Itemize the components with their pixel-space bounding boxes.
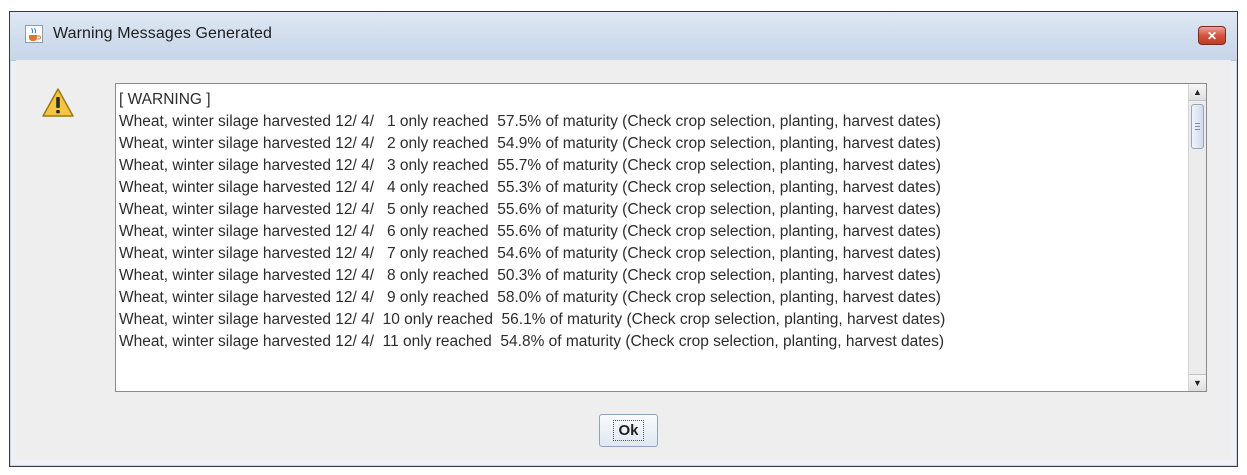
grip-line: [1195, 123, 1200, 124]
ok-button[interactable]: Ok: [599, 414, 658, 447]
warning-line: Wheat, winter silage harvested 12/ 4/ 5 …: [119, 201, 941, 218]
window-title: Warning Messages Generated: [53, 25, 273, 42]
arrow-up-icon: ▲: [1193, 87, 1202, 97]
grip-line: [1195, 129, 1200, 130]
warning-line: Wheat, winter silage harvested 12/ 4/ 10…: [119, 311, 946, 328]
scroll-down-button[interactable]: ▼: [1189, 374, 1206, 391]
close-button[interactable]: ✕: [1198, 26, 1226, 45]
warning-messages-textarea[interactable]: [ WARNING ] Wheat, winter silage harvest…: [115, 83, 1207, 392]
scrollbar-thumb[interactable]: [1191, 104, 1204, 149]
warning-line: Wheat, winter silage harvested 12/ 4/ 4 …: [119, 179, 941, 196]
dialog-content: [ WARNING ] Wheat, winter silage harvest…: [16, 60, 1231, 460]
warning-line: Wheat, winter silage harvested 12/ 4/ 6 …: [119, 223, 941, 240]
close-icon: ✕: [1206, 28, 1218, 43]
vertical-scrollbar[interactable]: ▲ ▼: [1188, 84, 1206, 391]
title-bar[interactable]: Warning Messages Generated ✕: [10, 12, 1237, 61]
java-cup-icon: [25, 25, 43, 43]
warning-triangle-icon: [42, 88, 74, 117]
warning-line: Wheat, winter silage harvested 12/ 4/ 7 …: [119, 245, 941, 262]
warning-line: Wheat, winter silage harvested 12/ 4/ 11…: [119, 333, 945, 350]
arrow-down-icon: ▼: [1193, 378, 1202, 388]
warning-messages-list: [ WARNING ] Wheat, winter silage harvest…: [116, 84, 1187, 391]
warning-header: [ WARNING ]: [119, 91, 211, 108]
warning-line: Wheat, winter silage harvested 12/ 4/ 9 …: [119, 289, 941, 306]
warning-line: Wheat, winter silage harvested 12/ 4/ 3 …: [119, 157, 941, 174]
warning-line: Wheat, winter silage harvested 12/ 4/ 1 …: [119, 113, 941, 130]
warning-line: Wheat, winter silage harvested 12/ 4/ 8 …: [119, 267, 941, 284]
scroll-up-button[interactable]: ▲: [1189, 84, 1206, 101]
grip-line: [1195, 126, 1200, 127]
warning-dialog: Warning Messages Generated ✕ [ WARNING ]…: [9, 11, 1238, 467]
ok-button-label: Ok: [613, 420, 644, 441]
warning-line: Wheat, winter silage harvested 12/ 4/ 2 …: [119, 135, 941, 152]
